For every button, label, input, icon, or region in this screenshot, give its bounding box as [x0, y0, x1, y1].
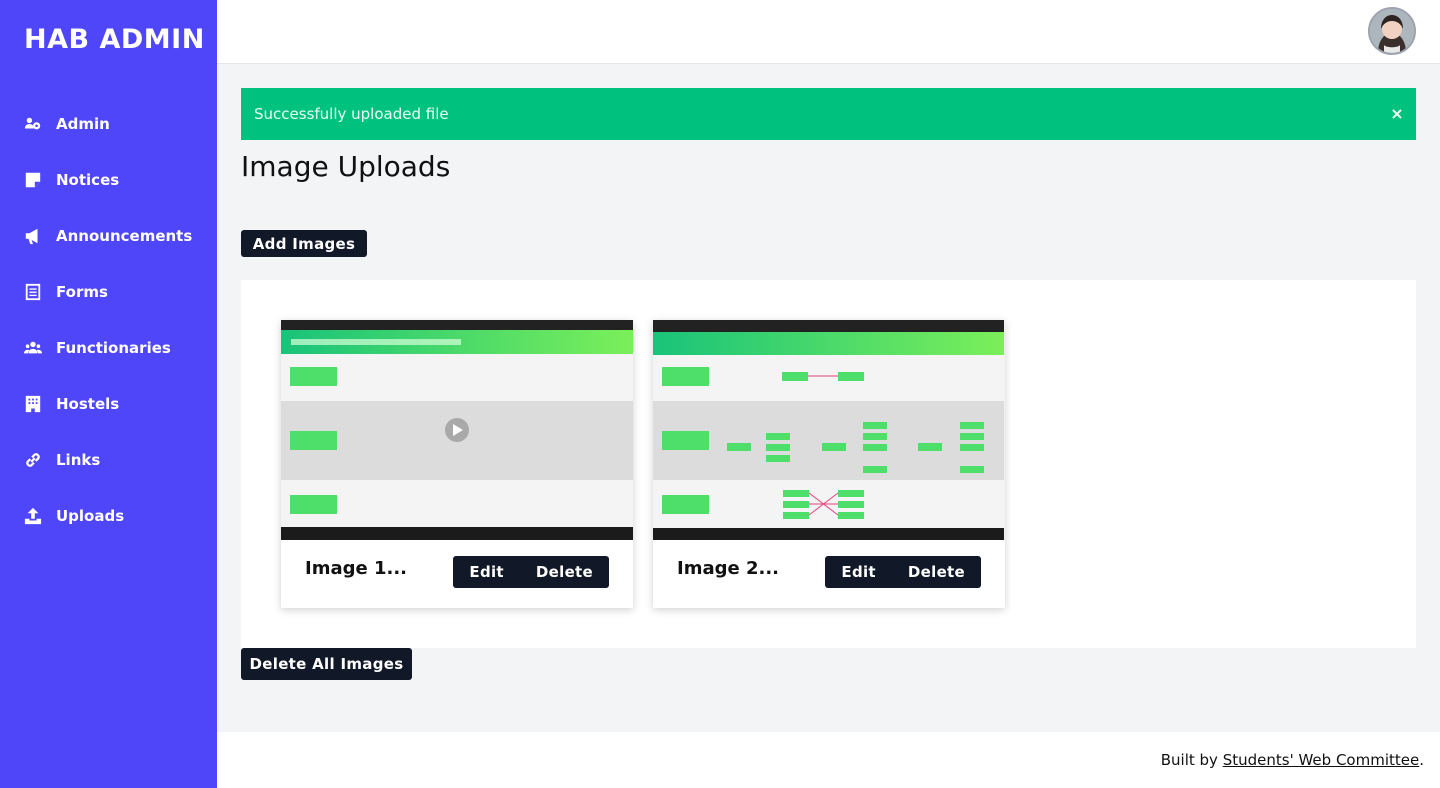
- sticky-note-icon: [25, 172, 41, 188]
- sidebar-item-label: Forms: [56, 283, 108, 301]
- bullhorn-icon: [25, 228, 38, 245]
- delete-button[interactable]: Delete: [891, 556, 981, 588]
- edit-button[interactable]: Edit: [453, 556, 520, 588]
- sidebar-item-forms[interactable]: Forms: [0, 264, 217, 320]
- sidebar-item-label: Notices: [56, 171, 120, 189]
- image-card: Image 1... Edit Delete: [281, 320, 633, 608]
- sidebar-item-hostels[interactable]: Hostels: [0, 376, 217, 432]
- avatar[interactable]: [1368, 7, 1416, 55]
- alert-message: Successfully uploaded file: [254, 105, 449, 123]
- image-title: Image 2...: [677, 558, 779, 579]
- image-actions: Edit Delete: [453, 556, 609, 588]
- sidebar-item-notices[interactable]: Notices: [0, 152, 217, 208]
- sidebar-item-functionaries[interactable]: Functionaries: [0, 320, 217, 376]
- edit-button[interactable]: Edit: [825, 556, 892, 588]
- image-thumbnail[interactable]: [281, 320, 633, 540]
- image-card: Image 2... Edit Delete: [653, 320, 1005, 608]
- image-gallery: Image 1... Edit Delete Image 2... Edit D…: [241, 280, 1416, 648]
- footer-prefix: Built by: [1160, 751, 1218, 769]
- users-cog-icon: [24, 117, 41, 130]
- sidebar-item-label: Admin: [56, 115, 110, 133]
- link-icon: [26, 453, 40, 467]
- footer-suffix: .: [1419, 751, 1424, 769]
- delete-button[interactable]: Delete: [519, 556, 609, 588]
- sidebar-item-label: Functionaries: [56, 339, 171, 357]
- users-icon: [24, 341, 42, 354]
- brand-title[interactable]: HAB ADMIN: [24, 24, 205, 55]
- upload-icon: [24, 507, 42, 525]
- image-title: Image 1...: [305, 558, 407, 579]
- image-actions: Edit Delete: [825, 556, 981, 588]
- sidebar-nav: Admin Notices Announcements Forms Functi…: [0, 96, 217, 544]
- footer: Built by Students' Web Committee.: [217, 732, 1440, 788]
- page-title: Image Uploads: [241, 150, 451, 183]
- sidebar-item-announcements[interactable]: Announcements: [0, 208, 217, 264]
- sidebar-item-admin[interactable]: Admin: [0, 96, 217, 152]
- sidebar-item-label: Uploads: [56, 507, 125, 525]
- sidebar-item-label: Links: [56, 451, 101, 469]
- top-bar: [217, 0, 1440, 64]
- add-images-button[interactable]: Add Images: [241, 230, 367, 257]
- sidebar-item-uploads[interactable]: Uploads: [0, 488, 217, 544]
- footer-link[interactable]: Students' Web Committee: [1223, 751, 1420, 769]
- sidebar: HAB ADMIN Admin Notices Announcements Fo…: [0, 0, 217, 788]
- main-content: Successfully uploaded file × Image Uploa…: [241, 88, 1416, 680]
- delete-all-images-button[interactable]: Delete All Images: [241, 648, 412, 680]
- user-photo: [1370, 9, 1414, 53]
- building-icon: [25, 395, 41, 413]
- sidebar-item-links[interactable]: Links: [0, 432, 217, 488]
- close-icon[interactable]: ×: [1390, 104, 1404, 124]
- form-icon: [25, 283, 41, 301]
- sidebar-item-label: Hostels: [56, 395, 120, 413]
- sidebar-item-label: Announcements: [56, 227, 193, 245]
- success-alert: Successfully uploaded file ×: [241, 88, 1416, 140]
- image-thumbnail[interactable]: [653, 320, 1005, 540]
